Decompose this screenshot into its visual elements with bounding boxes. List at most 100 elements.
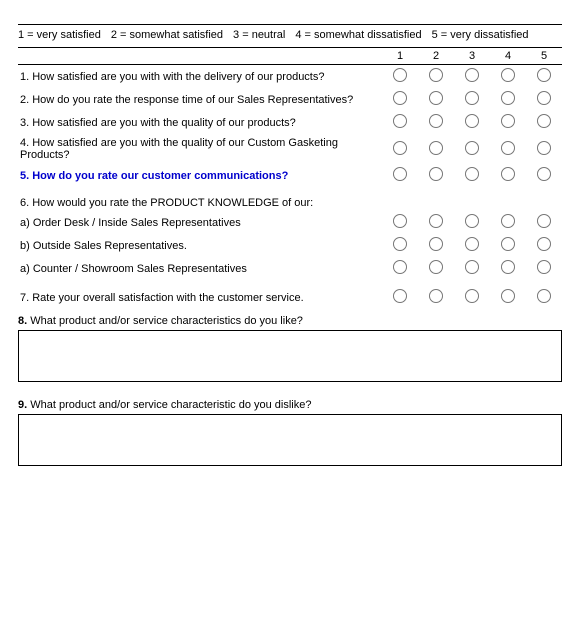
radio-cell-q6b-3[interactable] [454, 234, 490, 257]
radio-cell-q6b-1[interactable] [382, 234, 418, 257]
radio-q4-3[interactable] [465, 141, 479, 155]
radio-cell-q7-4[interactable] [490, 286, 526, 309]
radio-q2-1[interactable] [393, 91, 407, 105]
radio-cell-q5-3[interactable] [454, 164, 490, 187]
q8-textarea[interactable] [18, 330, 562, 382]
radio-cell-q7-3[interactable] [454, 286, 490, 309]
radio-q6a-4[interactable] [501, 214, 515, 228]
col-3: 3 [454, 48, 490, 65]
radio-cell-q4-5[interactable] [526, 134, 562, 164]
radio-cell-q6a-2[interactable] [418, 211, 454, 234]
radio-q6a-5[interactable] [537, 214, 551, 228]
table-row: 7. Rate your overall satisfaction with t… [18, 286, 562, 309]
radio-cell-q2-4[interactable] [490, 88, 526, 111]
radio-cell-q1-1[interactable] [382, 65, 418, 89]
table-row: 5. How do you rate our customer communic… [18, 164, 562, 187]
radio-q3-2[interactable] [429, 114, 443, 128]
radio-cell-q3-3[interactable] [454, 111, 490, 134]
radio-q1-5[interactable] [537, 68, 551, 82]
radio-cell-q3-4[interactable] [490, 111, 526, 134]
radio-q2-3[interactable] [465, 91, 479, 105]
radio-q2-2[interactable] [429, 91, 443, 105]
radio-q6b-3[interactable] [465, 237, 479, 251]
radio-q6c-1[interactable] [393, 260, 407, 274]
radio-cell-q6a-5[interactable] [526, 211, 562, 234]
sub-question-text: a) Order Desk / Inside Sales Representat… [18, 211, 382, 234]
radio-cell-q6a-3[interactable] [454, 211, 490, 234]
radio-cell-q6b-2[interactable] [418, 234, 454, 257]
radio-cell-q6c-1[interactable] [382, 257, 418, 280]
radio-cell-q6a-4[interactable] [490, 211, 526, 234]
radio-q6c-3[interactable] [465, 260, 479, 274]
radio-cell-q7-1[interactable] [382, 286, 418, 309]
radio-q1-1[interactable] [393, 68, 407, 82]
radio-cell-q2-5[interactable] [526, 88, 562, 111]
radio-q5-4[interactable] [501, 167, 515, 181]
radio-q3-3[interactable] [465, 114, 479, 128]
radio-cell-q6a-1[interactable] [382, 211, 418, 234]
radio-q6a-1[interactable] [393, 214, 407, 228]
radio-q4-2[interactable] [429, 141, 443, 155]
radio-q2-4[interactable] [501, 91, 515, 105]
radio-q7-3[interactable] [465, 289, 479, 303]
radio-cell-q6b-4[interactable] [490, 234, 526, 257]
radio-q6a-3[interactable] [465, 214, 479, 228]
radio-cell-q3-2[interactable] [418, 111, 454, 134]
radio-q6c-2[interactable] [429, 260, 443, 274]
radio-q3-5[interactable] [537, 114, 551, 128]
radio-q7-2[interactable] [429, 289, 443, 303]
radio-q5-2[interactable] [429, 167, 443, 181]
radio-cell-q5-1[interactable] [382, 164, 418, 187]
radio-q6b-4[interactable] [501, 237, 515, 251]
radio-cell-q1-3[interactable] [454, 65, 490, 89]
radio-cell-q4-3[interactable] [454, 134, 490, 164]
radio-q6b-2[interactable] [429, 237, 443, 251]
table-row: 3. How satisfied are you with the qualit… [18, 111, 562, 134]
radio-cell-q4-2[interactable] [418, 134, 454, 164]
radio-q7-5[interactable] [537, 289, 551, 303]
radio-q4-4[interactable] [501, 141, 515, 155]
radio-cell-q6c-5[interactable] [526, 257, 562, 280]
radio-q5-5[interactable] [537, 167, 551, 181]
radio-q7-1[interactable] [393, 289, 407, 303]
radio-q6c-5[interactable] [537, 260, 551, 274]
radio-q1-2[interactable] [429, 68, 443, 82]
radio-cell-q3-1[interactable] [382, 111, 418, 134]
radio-q4-5[interactable] [537, 141, 551, 155]
radio-q3-1[interactable] [393, 114, 407, 128]
question-text: 5. How do you rate our customer communic… [18, 164, 382, 187]
radio-q2-5[interactable] [537, 91, 551, 105]
radio-q7-4[interactable] [501, 289, 515, 303]
radio-cell-q1-5[interactable] [526, 65, 562, 89]
radio-cell-q7-5[interactable] [526, 286, 562, 309]
radio-cell-q5-5[interactable] [526, 164, 562, 187]
radio-q1-3[interactable] [465, 68, 479, 82]
radio-cell-q1-2[interactable] [418, 65, 454, 89]
radio-cell-q6c-2[interactable] [418, 257, 454, 280]
radio-q1-4[interactable] [501, 68, 515, 82]
radio-cell-q6c-4[interactable] [490, 257, 526, 280]
radio-cell-q5-4[interactable] [490, 164, 526, 187]
radio-cell-q2-2[interactable] [418, 88, 454, 111]
radio-cell-q4-4[interactable] [490, 134, 526, 164]
radio-cell-q4-1[interactable] [382, 134, 418, 164]
radio-cell-q5-2[interactable] [418, 164, 454, 187]
radio-cell-q6b-5[interactable] [526, 234, 562, 257]
radio-q6c-4[interactable] [501, 260, 515, 274]
radio-q3-4[interactable] [501, 114, 515, 128]
radio-q5-1[interactable] [393, 167, 407, 181]
radio-cell-q7-2[interactable] [418, 286, 454, 309]
radio-cell-q2-1[interactable] [382, 88, 418, 111]
radio-q6b-5[interactable] [537, 237, 551, 251]
radio-q6b-1[interactable] [393, 237, 407, 251]
radio-q6a-2[interactable] [429, 214, 443, 228]
col-5: 5 [526, 48, 562, 65]
radio-q5-3[interactable] [465, 167, 479, 181]
radio-cell-q2-3[interactable] [454, 88, 490, 111]
radio-q4-1[interactable] [393, 141, 407, 155]
radio-cell-q3-5[interactable] [526, 111, 562, 134]
table-row: 2. How do you rate the response time of … [18, 88, 562, 111]
radio-cell-q6c-3[interactable] [454, 257, 490, 280]
radio-cell-q1-4[interactable] [490, 65, 526, 89]
q9-textarea[interactable] [18, 414, 562, 466]
